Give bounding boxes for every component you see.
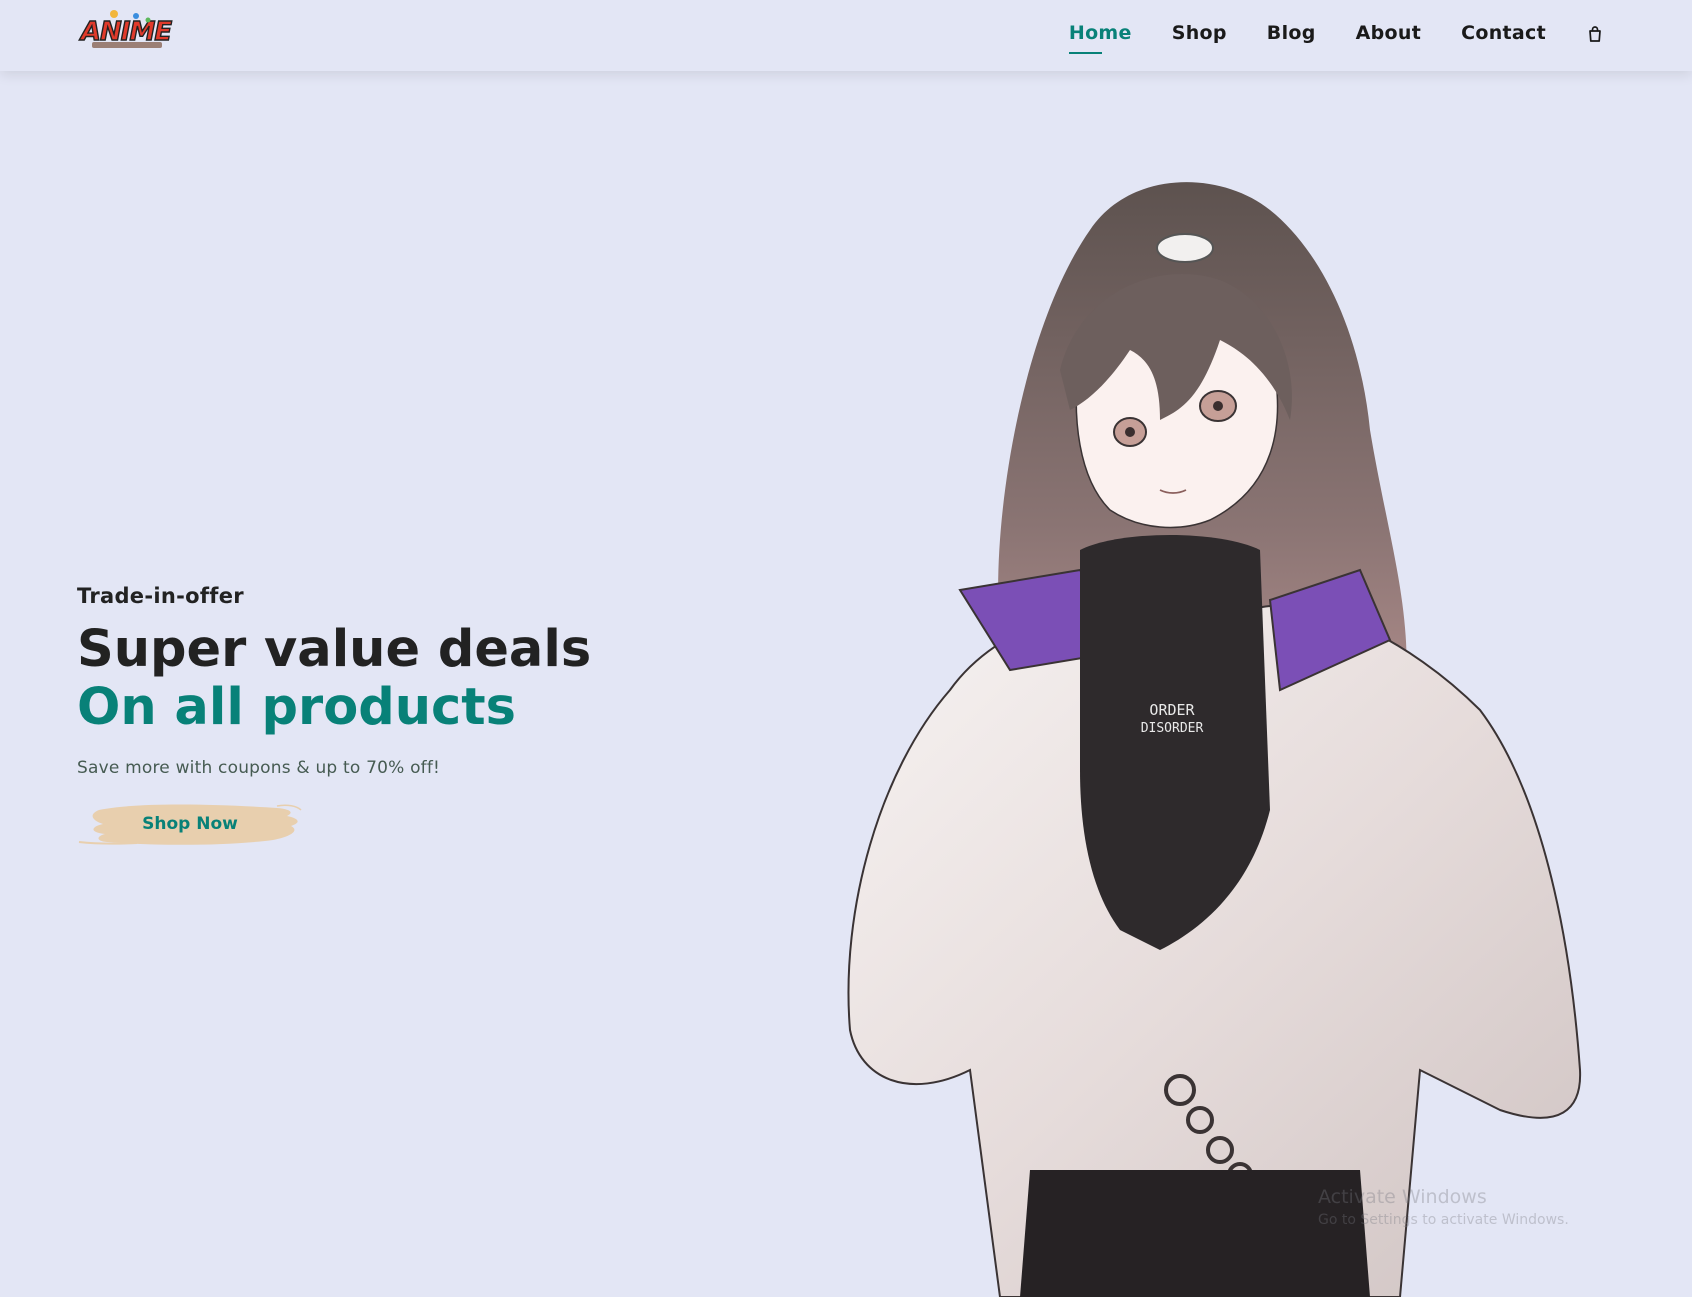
nav-link-home[interactable]: Home <box>1069 16 1132 50</box>
nav-item-shop: Shop <box>1172 16 1227 50</box>
watermark-line-1: Activate Windows <box>1318 1186 1487 1208</box>
nav-item-home: Home <box>1069 16 1132 50</box>
nav-link-about[interactable]: About <box>1356 16 1421 50</box>
hero-description: Save more with coupons & up to 70% off! <box>77 758 441 778</box>
anime-girl-illustration: ORDER DISORDER <box>847 182 1582 1297</box>
cart-link[interactable] <box>1586 16 1604 50</box>
nav-item-contact: Contact <box>1461 16 1546 50</box>
shop-now-label: Shop Now <box>142 814 238 834</box>
hero-section: Trade-in-offer Super value deals On all … <box>77 584 777 850</box>
anime-logo[interactable]: ANIME <box>78 6 174 56</box>
watermark-line-2: Go to Settings to activate Windows. <box>1318 1212 1569 1228</box>
hero-subtitle: On all products <box>77 678 517 737</box>
shirt-text-order: ORDER <box>1149 701 1195 719</box>
nav-item-cart <box>1586 16 1604 50</box>
hero-title: Super value deals <box>77 620 592 679</box>
nav-link-blog[interactable]: Blog <box>1267 16 1316 50</box>
shopping-bag-icon <box>1589 25 1601 42</box>
site-header: ANIME Home Shop Blog About Contact <box>0 0 1692 71</box>
windows-activation-watermark: Activate Windows Go to Settings to activ… <box>1318 1186 1569 1228</box>
nav-link-shop[interactable]: Shop <box>1172 16 1227 50</box>
shop-now-button[interactable]: Shop Now <box>77 798 303 850</box>
shirt-text-disorder: DISORDER <box>1141 721 1204 736</box>
main-nav: Home Shop Blog About Contact <box>1029 0 1604 66</box>
hero-tag: Trade-in-offer <box>77 584 244 608</box>
logo-text: ANIME <box>79 17 172 47</box>
nav-link-contact[interactable]: Contact <box>1461 16 1546 50</box>
nav-item-blog: Blog <box>1267 16 1316 50</box>
nav-item-about: About <box>1356 16 1421 50</box>
